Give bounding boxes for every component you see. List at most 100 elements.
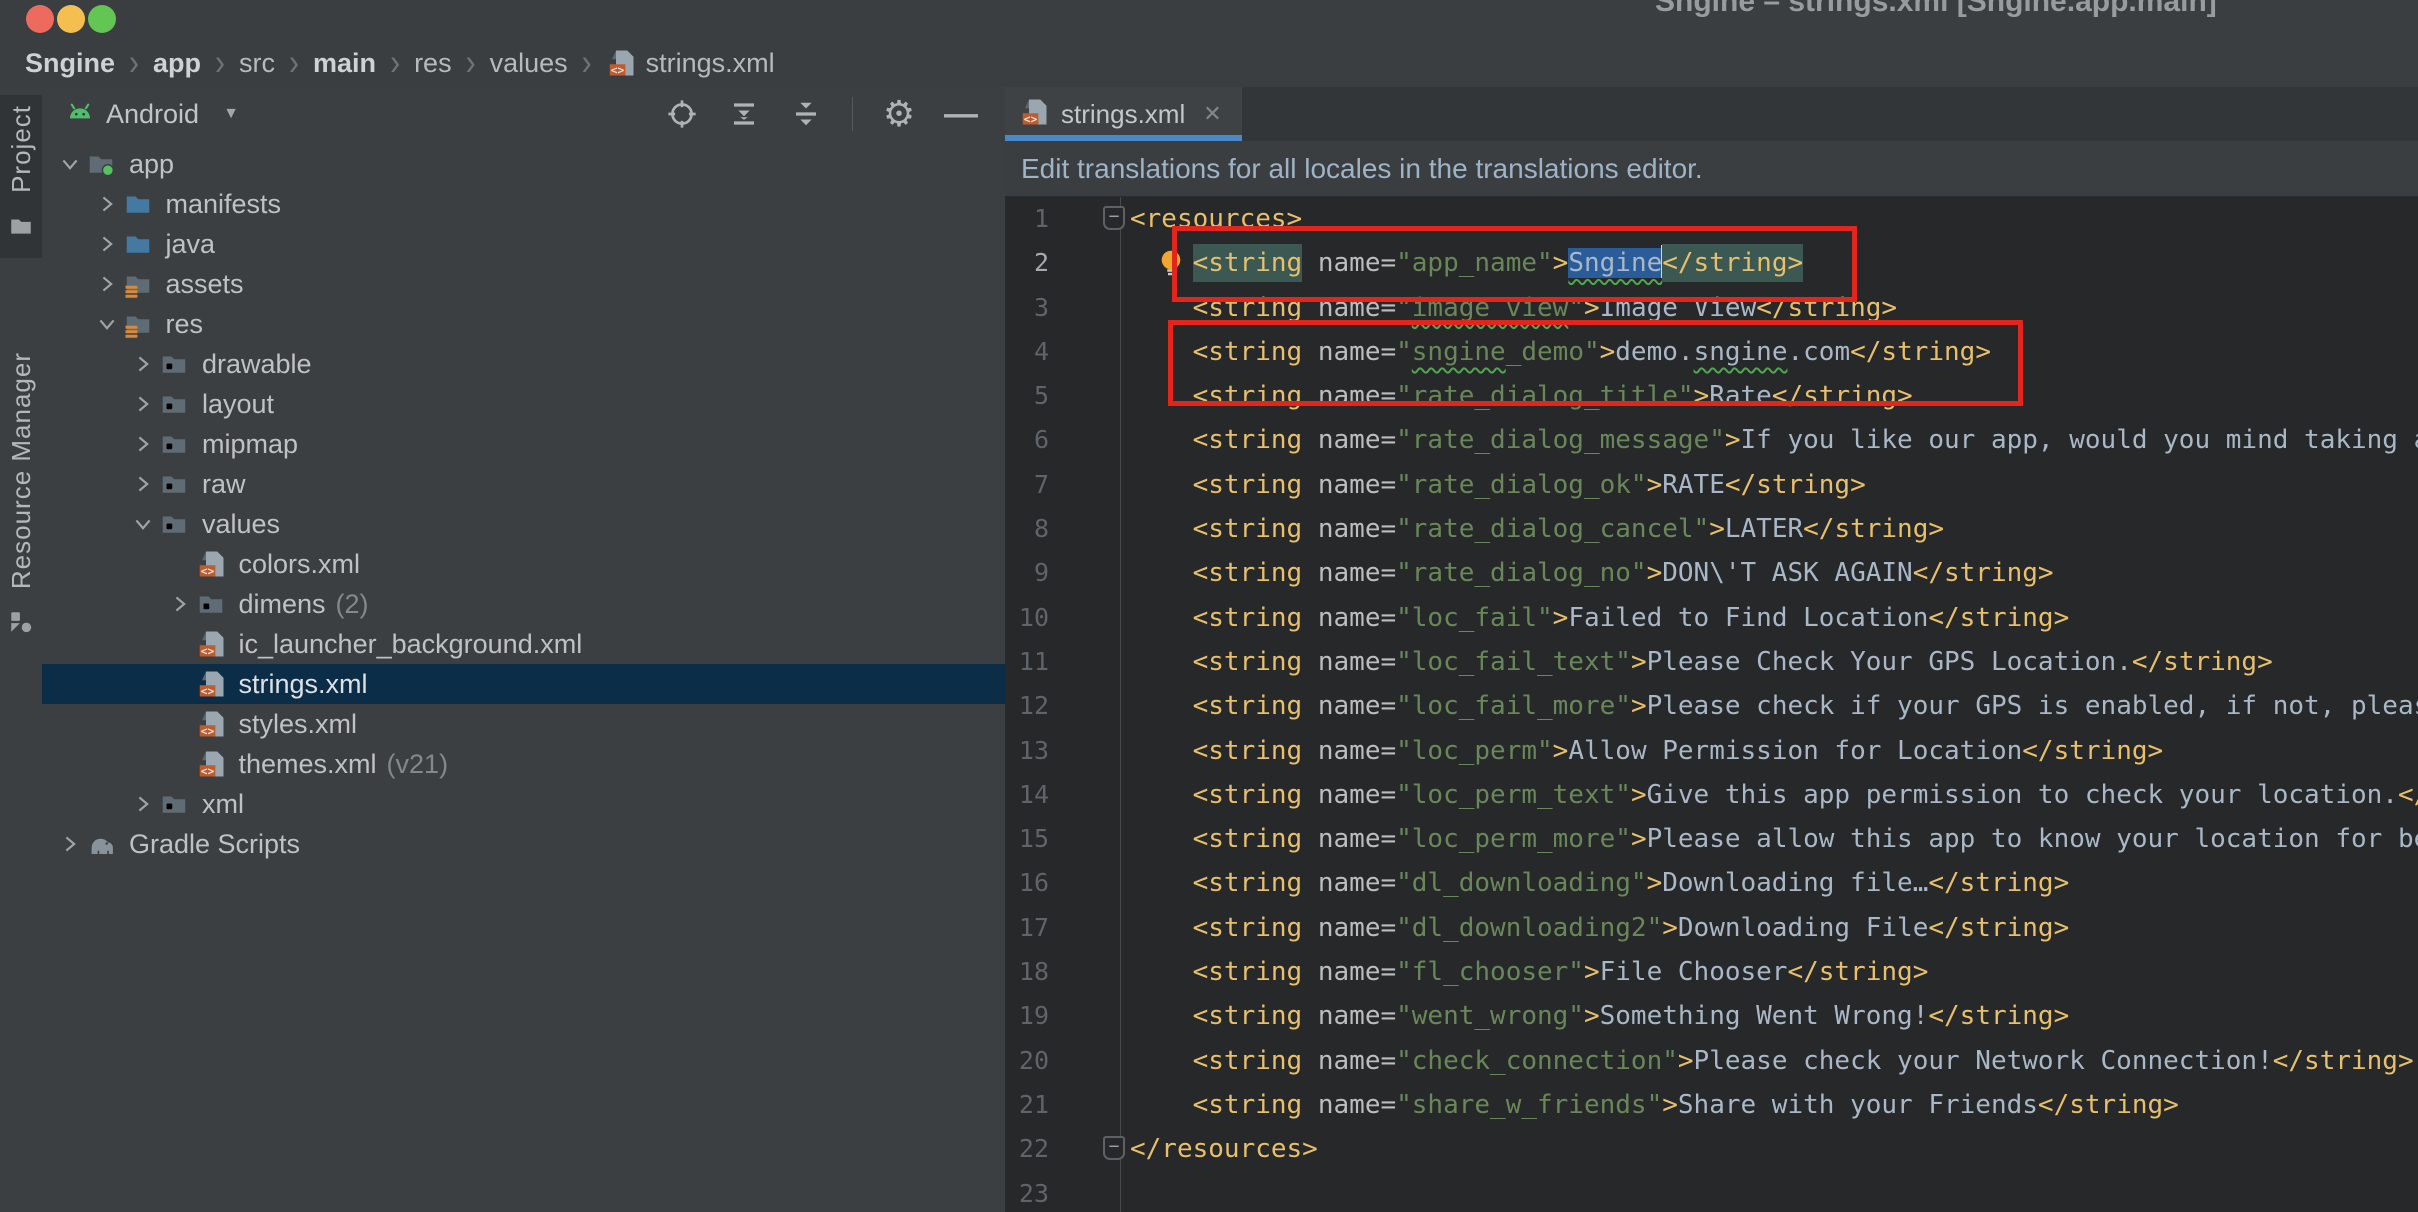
locate-icon[interactable] — [666, 98, 698, 130]
tree-item-strings-xml[interactable]: <>strings.xml — [42, 664, 1005, 704]
tree-item-styles-xml[interactable]: <>styles.xml — [42, 704, 1005, 744]
code-line-22[interactable]: 22−</resources> — [1005, 1127, 2418, 1171]
tree-item-gradle-scripts[interactable]: Gradle Scripts — [42, 824, 1005, 864]
chevron-right-icon[interactable] — [168, 591, 196, 617]
chevron-down-icon[interactable] — [131, 511, 159, 537]
code-line-content: <string name="loc_perm_more">Please allo… — [1130, 824, 2418, 854]
code-token: <string — [1193, 603, 1303, 633]
svg-text:<>: <> — [200, 565, 214, 578]
chevron-right-icon[interactable] — [131, 471, 159, 497]
code-line-12[interactable]: 12 <string name="loc_fail_more">Please c… — [1005, 684, 2418, 728]
code-line-11[interactable]: 11 <string name="loc_fail_text">Please C… — [1005, 640, 2418, 684]
code-line-18[interactable]: 18 <string name="fl_chooser">File Choose… — [1005, 950, 2418, 994]
code-token: > — [1647, 470, 1663, 500]
tree-item-drawable[interactable]: drawable — [42, 344, 1005, 384]
folder-res-icon — [159, 509, 189, 539]
chevron-right-icon[interactable] — [131, 791, 159, 817]
tree-item-mipmap[interactable]: mipmap — [42, 424, 1005, 464]
chevron-right-icon[interactable] — [95, 271, 123, 297]
folder-assets-icon — [123, 269, 153, 299]
window-zoom-button[interactable] — [88, 5, 116, 33]
close-icon[interactable]: ✕ — [1203, 101, 1221, 127]
tree-item-colors-xml[interactable]: <>colors.xml — [42, 544, 1005, 584]
breadcrumb-item-main[interactable]: main — [313, 48, 376, 79]
project-view-selector[interactable]: Android ▼ — [64, 95, 239, 134]
breadcrumb-item-res[interactable]: res — [414, 48, 452, 79]
code-line-15[interactable]: 15 <string name="loc_perm_more">Please a… — [1005, 817, 2418, 861]
code-token: </string> — [1913, 558, 2054, 588]
code-token: </string> — [2273, 1046, 2414, 1076]
code-token: > — [1584, 957, 1600, 987]
settings-icon[interactable]: ⚙ — [883, 98, 915, 130]
chevron-spacer — [168, 671, 196, 697]
chevron-down-icon[interactable] — [58, 151, 86, 177]
code-token: name= — [1302, 514, 1396, 544]
tool-window-button-project[interactable]: Project — [0, 95, 42, 258]
svg-text:<>: <> — [610, 64, 624, 77]
tree-item-assets[interactable]: assets — [42, 264, 1005, 304]
tree-item-label: dimens — [239, 589, 326, 620]
fold-marker-icon[interactable]: − — [1103, 1136, 1125, 1160]
tree-item-res[interactable]: res — [42, 304, 1005, 344]
breadcrumb-item-sngine[interactable]: Sngine — [25, 48, 115, 79]
tree-item-ic-launcher-background-xml[interactable]: <>ic_launcher_background.xml — [42, 624, 1005, 664]
line-number: 14 — [1005, 773, 1049, 817]
code-line-8[interactable]: 8 <string name="rate_dialog_cancel">LATE… — [1005, 507, 2418, 551]
line-number: 11 — [1005, 640, 1049, 684]
project-toolbar: Android ▼ ⚙ — — [42, 87, 1005, 141]
tree-item-java[interactable]: java — [42, 224, 1005, 264]
code-line-23[interactable]: 23 — [1005, 1172, 2418, 1212]
line-number: 4 — [1005, 330, 1049, 374]
fold-marker-icon[interactable]: − — [1103, 206, 1125, 230]
code-line-21[interactable]: 21 <string name="share_w_friends">Share … — [1005, 1083, 2418, 1127]
breadcrumb-item-src[interactable]: src — [239, 48, 275, 79]
chevron-right-icon[interactable] — [95, 231, 123, 257]
code-line-13[interactable]: 13 <string name="loc_perm">Allow Permiss… — [1005, 729, 2418, 773]
code-token: <string — [1193, 1090, 1303, 1120]
code-line-17[interactable]: 17 <string name="dl_downloading2">Downlo… — [1005, 906, 2418, 950]
code-line-9[interactable]: 9 <string name="rate_dialog_no">DON\'T A… — [1005, 551, 2418, 595]
code-token: name= — [1302, 603, 1396, 633]
tree-item-xml[interactable]: xml — [42, 784, 1005, 824]
expand-all-icon[interactable] — [728, 98, 760, 130]
chevron-right-icon[interactable] — [58, 831, 86, 857]
code-line-7[interactable]: 7 <string name="rate_dialog_ok">RATE</st… — [1005, 463, 2418, 507]
breadcrumb-item-values[interactable]: values — [490, 48, 568, 79]
chevron-right-icon[interactable] — [131, 391, 159, 417]
code-line-16[interactable]: 16 <string name="dl_downloading">Downloa… — [1005, 861, 2418, 905]
code-token: <string — [1193, 868, 1303, 898]
hide-icon[interactable]: — — [945, 98, 977, 130]
code-line-6[interactable]: 6 <string name="rate_dialog_message">If … — [1005, 418, 2418, 462]
tool-window-button-resource-manager[interactable]: Resource Manager — [0, 342, 42, 654]
tree-item-dimens[interactable]: dimens(2) — [42, 584, 1005, 624]
tree-item-raw[interactable]: raw — [42, 464, 1005, 504]
code-line-14[interactable]: 14 <string name="loc_perm_text">Give thi… — [1005, 773, 2418, 817]
editor-tab-strings-xml[interactable]: <> strings.xml ✕ — [1005, 87, 1242, 141]
line-number: 16 — [1005, 861, 1049, 905]
xml-file-icon: <> — [196, 669, 226, 699]
translations-editor-banner[interactable]: Edit translations for all locales in the… — [1005, 141, 2418, 197]
tree-item-values[interactable]: values — [42, 504, 1005, 544]
chevron-right-icon[interactable] — [95, 191, 123, 217]
chevron-right-icon[interactable] — [131, 431, 159, 457]
breadcrumb-label: app — [153, 48, 201, 78]
code-line-19[interactable]: 19 <string name="went_wrong">Something W… — [1005, 994, 2418, 1038]
tree-item-layout[interactable]: layout — [42, 384, 1005, 424]
code-token: </string> — [1803, 514, 1944, 544]
window-close-button[interactable] — [26, 5, 54, 33]
window-minimize-button[interactable] — [57, 5, 85, 33]
code-token: > — [1662, 913, 1678, 943]
code-token: > — [1678, 1046, 1694, 1076]
tree-item-label: ic_launcher_background.xml — [239, 629, 583, 660]
tree-item-manifests[interactable]: manifests — [42, 184, 1005, 224]
code-line-content: <string name="loc_fail">Failed to Find L… — [1130, 603, 2069, 633]
tree-item-app[interactable]: app — [42, 144, 1005, 184]
tree-item-themes-xml[interactable]: <>themes.xml(v21) — [42, 744, 1005, 784]
breadcrumb-item-strings-xml[interactable]: <>strings.xml — [606, 48, 775, 79]
chevron-down-icon[interactable] — [95, 311, 123, 337]
collapse-all-icon[interactable] — [790, 98, 822, 130]
code-line-10[interactable]: 10 <string name="loc_fail">Failed to Fin… — [1005, 596, 2418, 640]
code-line-20[interactable]: 20 <string name="check_connection">Pleas… — [1005, 1039, 2418, 1083]
breadcrumb-item-app[interactable]: app — [153, 48, 201, 79]
chevron-right-icon[interactable] — [131, 351, 159, 377]
